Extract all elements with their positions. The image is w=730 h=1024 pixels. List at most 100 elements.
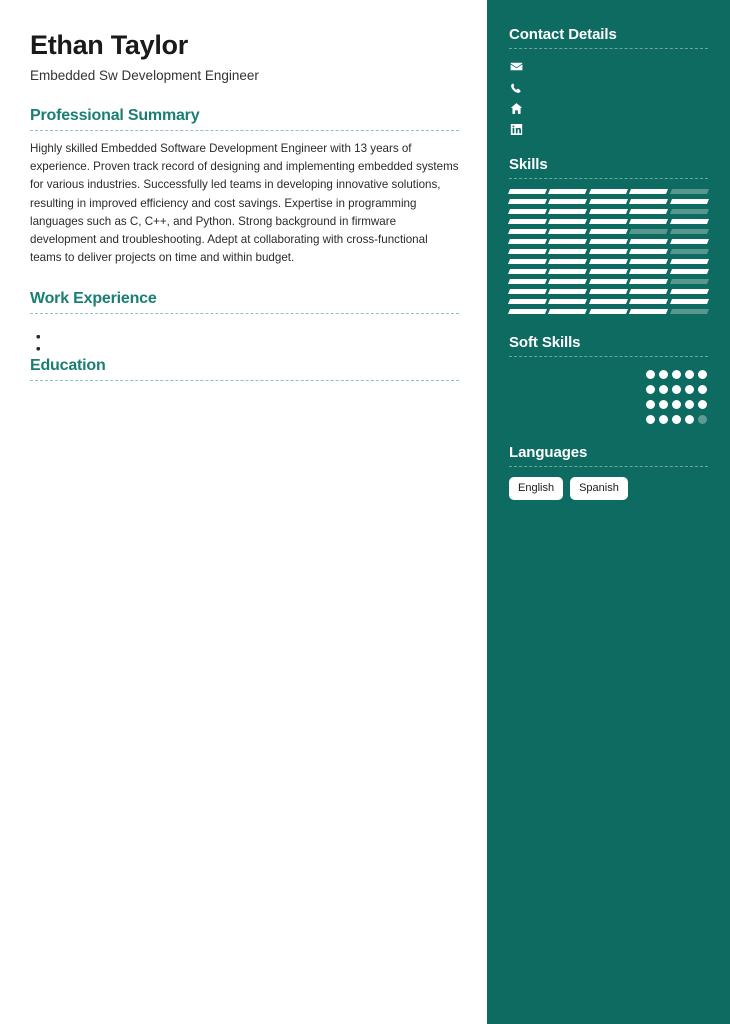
skill-bar-segment — [548, 219, 588, 224]
skill-bar-segment — [629, 299, 669, 304]
soft-skill-dot — [685, 370, 694, 379]
envelope-icon — [509, 59, 523, 73]
section-divider — [509, 48, 708, 49]
skill-bar-segment — [588, 209, 629, 214]
soft-skill-dot — [685, 415, 694, 424]
soft-skill-dot — [698, 385, 707, 394]
job-title: Embedded Sw Development Engineer — [30, 68, 259, 84]
skill-bar-segment — [629, 229, 669, 234]
skill-item — [507, 219, 710, 224]
contact-item[interactable] — [509, 80, 708, 94]
skill-bar-segment — [548, 239, 588, 244]
skill-bar-segment — [629, 289, 669, 294]
contact-item[interactable] — [509, 122, 708, 136]
languages-section: Languages English Spanish — [509, 444, 708, 500]
skill-bar-segment — [548, 289, 588, 294]
skill-level-bar — [507, 209, 710, 214]
soft-skill-dot — [659, 385, 668, 394]
skill-level-bar — [507, 229, 710, 234]
soft-skill-item — [509, 367, 708, 379]
soft-skill-dot — [659, 400, 668, 409]
skill-bar-segment — [548, 209, 588, 214]
skill-bar-segment — [548, 259, 588, 264]
skill-bar-segment — [507, 249, 548, 254]
skill-bar-segment — [588, 189, 629, 194]
education-entry-list — [30, 390, 459, 402]
skill-bar-segment — [629, 199, 669, 204]
skill-item — [507, 289, 710, 294]
skill-bar-segment — [588, 289, 629, 294]
soft-skill-item — [509, 382, 708, 394]
soft-skill-rating — [646, 382, 708, 394]
skill-bar-segment — [588, 249, 629, 254]
skill-bar-segment — [629, 249, 669, 254]
section-heading-soft-skills: Soft Skills — [509, 334, 581, 351]
professional-summary-section: Professional Summary Highly skilled Embe… — [30, 107, 459, 268]
contact-item[interactable] — [509, 59, 708, 73]
linkedin-icon — [509, 122, 523, 136]
sidebar: Contact Details Skills Soft Skills Langu… — [487, 0, 730, 1024]
skill-item — [507, 279, 710, 284]
skill-bar-segment — [669, 299, 710, 304]
skill-bar-segment — [629, 189, 669, 194]
work-experience-section: Work Experience — [30, 289, 459, 359]
skill-bar-segment — [588, 199, 629, 204]
skill-bar-segment — [588, 259, 629, 264]
skill-bar-segment — [507, 309, 548, 314]
section-divider — [30, 312, 459, 314]
section-heading-education: Education — [30, 356, 106, 374]
soft-skill-dot — [685, 400, 694, 409]
section-divider — [509, 356, 708, 357]
skill-level-bar — [507, 249, 710, 254]
skill-bar-segment — [629, 259, 669, 264]
skill-level-bar — [507, 199, 710, 204]
section-divider — [30, 379, 459, 381]
home-icon — [509, 101, 523, 115]
soft-skill-dot — [672, 385, 681, 394]
soft-skill-dot — [698, 415, 707, 424]
skill-level-bar — [507, 299, 710, 304]
soft-skill-rating — [646, 412, 708, 424]
soft-skill-dot — [659, 370, 668, 379]
skill-level-bar — [507, 219, 710, 224]
language-pill[interactable]: English — [509, 477, 564, 500]
skill-level-bar — [507, 309, 710, 314]
section-heading-work: Work Experience — [30, 289, 157, 307]
section-heading-languages: Languages — [509, 444, 588, 461]
soft-skill-dot — [659, 415, 668, 424]
soft-skill-rating — [646, 397, 708, 409]
skill-bar-segment — [588, 229, 629, 234]
section-heading-summary: Professional Summary — [30, 106, 200, 124]
section-divider — [509, 178, 708, 179]
skill-bar-segment — [548, 279, 588, 284]
skill-bar-segment — [507, 269, 548, 274]
soft-skill-dot — [646, 370, 655, 379]
page-title: Ethan Taylor — [30, 30, 188, 60]
skill-item — [507, 189, 710, 194]
skill-bar-segment — [507, 279, 548, 284]
skill-bar-segment — [669, 189, 710, 194]
skill-bar-segment — [669, 229, 710, 234]
summary-text: Highly skilled Embedded Software Develop… — [30, 141, 459, 265]
skill-list — [507, 189, 710, 314]
skill-bar-segment — [629, 219, 669, 224]
skill-bar-segment — [588, 219, 629, 224]
skill-item — [507, 229, 710, 234]
contact-details-section: Contact Details — [509, 26, 708, 136]
contact-item[interactable] — [509, 101, 708, 115]
skill-bar-segment — [669, 289, 710, 294]
skill-item — [507, 239, 710, 244]
main-column: Ethan Taylor Embedded Sw Development Eng… — [0, 0, 487, 1024]
phone-icon — [509, 80, 523, 94]
skill-bar-segment — [588, 299, 629, 304]
skill-item — [507, 209, 710, 214]
section-heading-contact: Contact Details — [509, 26, 617, 43]
work-entry-list — [30, 323, 459, 359]
soft-skill-dot — [646, 400, 655, 409]
language-pill[interactable]: Spanish — [570, 477, 628, 500]
skill-bar-segment — [629, 209, 669, 214]
skill-level-bar — [507, 289, 710, 294]
skill-bar-segment — [507, 299, 548, 304]
skill-level-bar — [507, 269, 710, 274]
skill-level-bar — [507, 259, 710, 264]
